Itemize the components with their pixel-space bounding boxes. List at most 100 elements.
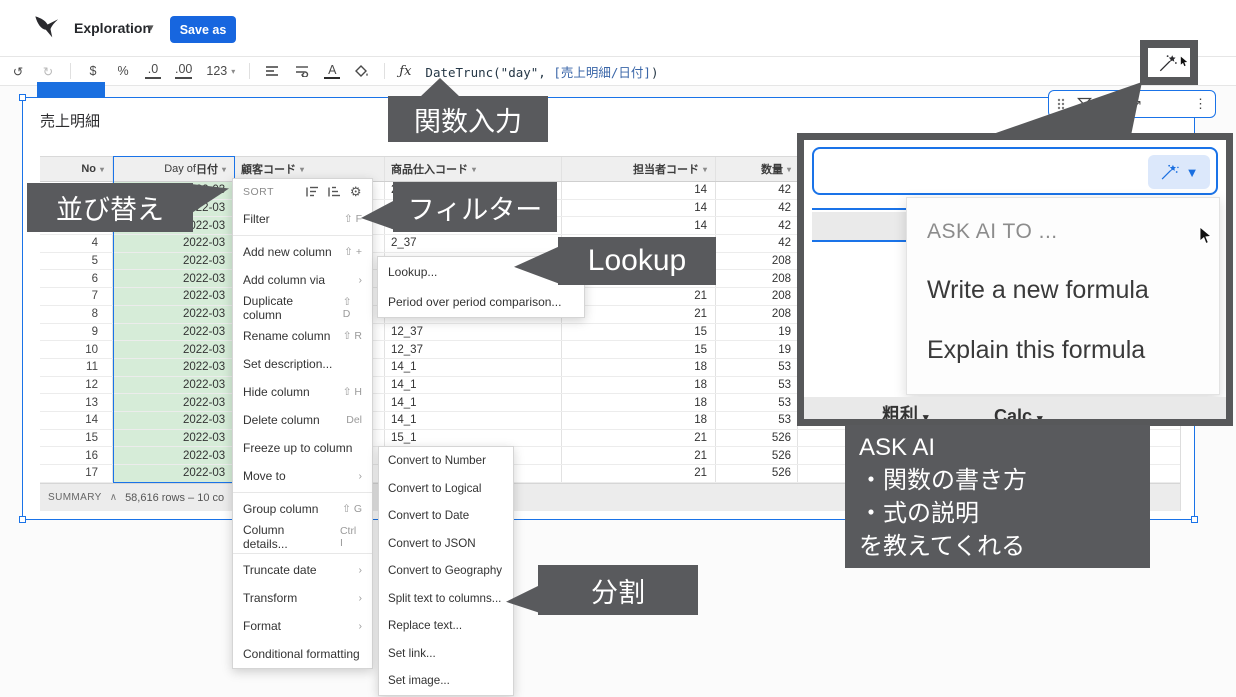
cell-date: 2022-03 (113, 377, 235, 394)
kebab-menu-icon[interactable]: ⋮ (1194, 96, 1207, 112)
column-header-quantity[interactable]: 数量▾ (716, 157, 798, 181)
menu-item-truncate-date[interactable]: Truncate date› (233, 556, 372, 584)
undo-icon[interactable]: ↺ (10, 64, 26, 79)
menu-item-convert-to-geography[interactable]: Convert to Geography (379, 557, 513, 585)
menu-item-label: Move to (243, 469, 286, 483)
menu-item-column-details[interactable]: Column details...Ctrl I (233, 523, 372, 551)
number-format-dropdown[interactable]: 123▾ (206, 64, 235, 78)
cell-no: 14 (40, 412, 113, 429)
fill-color-icon[interactable] (354, 65, 370, 78)
wand-highlight-annotation[interactable] (1140, 40, 1198, 85)
column-header-no[interactable]: No▾ (40, 157, 113, 181)
sigma-logo-icon (32, 14, 62, 42)
column-header-agent-code[interactable]: 担当者コード▾ (562, 157, 716, 181)
menu-item-move-to[interactable]: Move to› (233, 462, 372, 490)
formula-input[interactable]: DateTrunc("day", [売上明細/日付]) (425, 62, 658, 81)
menu-item-add-column-via[interactable]: Add column via› (233, 266, 372, 294)
menu-item-delete-column[interactable]: Delete columnDel (233, 406, 372, 434)
menu-item-transform[interactable]: Transform› (233, 584, 372, 612)
menu-item-add-new-column[interactable]: Add new column⇧ + (233, 238, 372, 266)
chevron-down-icon[interactable]: ▾ (300, 165, 304, 174)
cell-item: 14_1 (385, 412, 562, 429)
menu-item-rename-column[interactable]: Rename column⇧ R (233, 322, 372, 350)
menu-item-label: Truncate date (243, 563, 317, 577)
cell-date: 2022-03 (113, 447, 235, 464)
percent-format-icon[interactable]: % (115, 64, 131, 78)
cell-agent: 21 (562, 465, 716, 482)
menu-item-freeze-up-to-column[interactable]: Freeze up to column (233, 434, 372, 462)
menu-item-convert-to-logical[interactable]: Convert to Logical (379, 475, 513, 503)
chevron-down-icon[interactable]: ▾ (100, 165, 104, 174)
menu-item-replace-text[interactable]: Replace text... (379, 612, 513, 640)
currency-format-icon[interactable]: $ (85, 64, 101, 78)
menu-item-set-image[interactable]: Set image... (379, 667, 513, 695)
increase-decimal-icon[interactable]: .00 (175, 63, 192, 79)
menu-item-label: Column details... (243, 523, 332, 551)
drag-handle-icon[interactable] (1057, 98, 1065, 110)
menu-item-label: Group column (243, 502, 318, 516)
ask-ai-option-explain-formula[interactable]: Explain this formula (927, 336, 1145, 365)
document-title-caret-icon[interactable]: ▾ (148, 21, 154, 34)
document-title[interactable]: Exploration (74, 20, 151, 36)
popup-column-header: 粗利 ▾ (882, 401, 929, 426)
cell-no: 15 (40, 430, 113, 447)
annotation-ask-ai-line: を教えてくれる (859, 530, 1136, 563)
cell-qty: 19 (716, 324, 798, 341)
resize-handle[interactable] (1191, 516, 1198, 523)
chevron-down-icon[interactable]: ▾ (787, 165, 791, 174)
chevron-down-icon[interactable]: ▾ (472, 165, 476, 174)
collapse-icon[interactable]: ∧ (110, 492, 117, 503)
menu-item-convert-to-date[interactable]: Convert to Date (379, 502, 513, 530)
menu-item-hide-column[interactable]: Hide column⇧ H (233, 378, 372, 406)
ask-ai-option-write-formula[interactable]: Write a new formula (927, 276, 1149, 305)
submenu-arrow-icon: › (359, 592, 363, 604)
gear-icon[interactable]: ⚙ (350, 184, 362, 200)
decrease-decimal-icon[interactable]: .0 (145, 63, 161, 79)
menu-item-format[interactable]: Format› (233, 612, 372, 640)
cell-qty: 42 (716, 217, 798, 234)
element-selection-tab[interactable] (37, 82, 105, 98)
menu-item-duplicate-column[interactable]: Duplicate column⇧ D (233, 294, 372, 322)
column-header-day-of-date[interactable]: Day of 日付▾ (113, 157, 235, 181)
ask-ai-dropdown: ASK AI TO ... Write a new formula Explai… (906, 197, 1220, 395)
resize-handle[interactable] (19, 516, 26, 523)
annotation-ask-ai-line: ・関数の書き方 (859, 464, 1136, 497)
wrap-text-icon[interactable] (294, 65, 310, 77)
summary-label: SUMMARY (48, 492, 102, 503)
menu-item-group-column[interactable]: Group column⇧ G (233, 495, 372, 523)
menu-item-period-over-period-comparison[interactable]: Period over period comparison... (378, 287, 584, 317)
chevron-down-icon[interactable]: ▾ (222, 165, 226, 174)
ask-ai-wand-button[interactable]: ▼ (1148, 155, 1210, 189)
resize-handle[interactable] (19, 94, 26, 101)
menu-item-label: Lookup... (388, 265, 437, 279)
popup-column-header: Calc ▾ (994, 406, 1043, 426)
cell-item: 14_1 (385, 359, 562, 376)
menu-item-label: Filter (243, 212, 270, 226)
menu-item-conditional-formatting[interactable]: Conditional formatting (233, 640, 372, 668)
cell-date: 2022-03 (113, 270, 235, 287)
menu-item-convert-to-number[interactable]: Convert to Number (379, 447, 513, 475)
menu-item-set-link[interactable]: Set link... (379, 640, 513, 668)
menu-item-filter[interactable]: Filter⇧ F (233, 205, 372, 233)
menu-item-split-text-to-columns[interactable]: Split text to columns... (379, 585, 513, 613)
redo-icon[interactable]: ↻ (40, 64, 56, 79)
sort-desc-icon[interactable] (328, 186, 341, 198)
transform-submenu: Convert to NumberConvert to LogicalConve… (378, 446, 514, 696)
chevron-down-icon[interactable]: ▾ (703, 165, 707, 174)
ask-ai-dropdown-header: ASK AI TO ... (927, 220, 1058, 244)
menu-item-label: Rename column (243, 329, 330, 343)
menu-item-label: Duplicate column (243, 294, 335, 322)
sort-asc-icon[interactable] (306, 186, 319, 198)
table-title[interactable]: 売上明細 (40, 110, 100, 131)
cell-qty: 208 (716, 270, 798, 287)
cell-qty: 53 (716, 412, 798, 429)
menu-item-set-description[interactable]: Set description... (233, 350, 372, 378)
column-header-item-code[interactable]: 商品仕入コード▾ (385, 157, 562, 181)
cell-agent: 18 (562, 359, 716, 376)
cell-qty: 208 (716, 288, 798, 305)
font-color-icon[interactable]: A (324, 63, 340, 79)
menu-item-convert-to-json[interactable]: Convert to JSON (379, 530, 513, 558)
popup-header-band (812, 212, 908, 240)
align-icon[interactable] (264, 65, 280, 77)
save-as-button[interactable]: Save as (170, 16, 236, 43)
